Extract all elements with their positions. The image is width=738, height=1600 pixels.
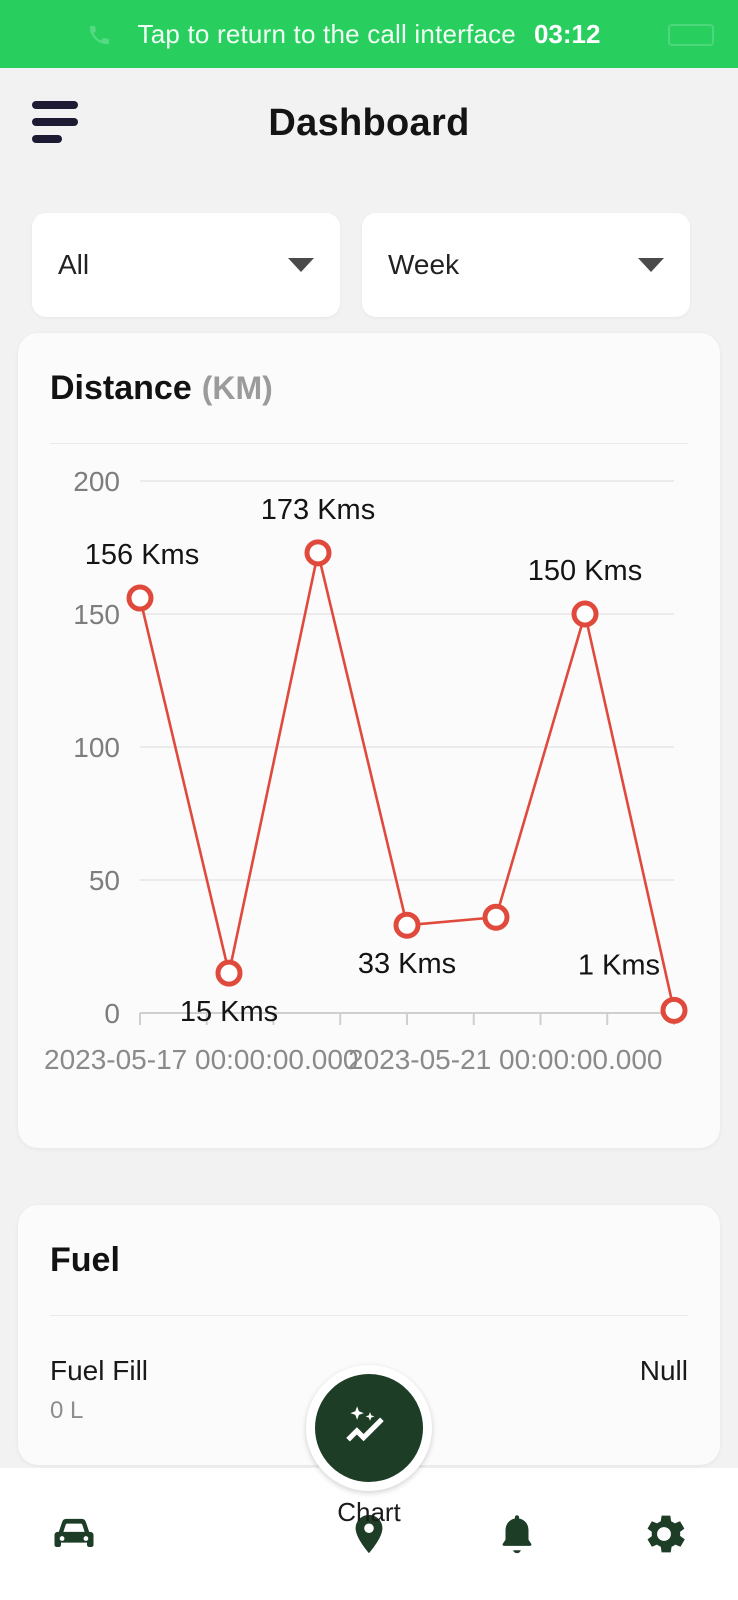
vehicle-filter-dropdown[interactable]: All bbox=[32, 213, 340, 317]
fuel-fill-amount: 0 L bbox=[50, 1397, 84, 1424]
chart-sparkle-icon bbox=[338, 1395, 400, 1462]
svg-text:100: 100 bbox=[73, 732, 120, 763]
fuel-fill-label: Fuel Fill bbox=[50, 1355, 149, 1386]
svg-text:200: 200 bbox=[73, 466, 120, 497]
svg-text:15 Kms: 15 Kms bbox=[180, 996, 278, 1028]
svg-text:0: 0 bbox=[104, 998, 120, 1029]
gear-icon bbox=[638, 1508, 690, 1560]
period-filter-value: Week bbox=[388, 249, 460, 280]
distance-card-unit: (KM) bbox=[201, 370, 273, 406]
battery-icon bbox=[668, 24, 714, 46]
distance-card-title: Distance bbox=[50, 369, 192, 407]
fuel-card-header: Fuel bbox=[50, 1241, 120, 1280]
chart-fab-wrapper: Chart bbox=[302, 1365, 436, 1528]
fuel-card-title: Fuel bbox=[50, 1241, 120, 1279]
chart-fab-button[interactable] bbox=[306, 1365, 432, 1491]
call-banner-timer: 03:12 bbox=[533, 18, 601, 49]
distance-line-chart[interactable]: 0 50 100 150 200 156 Kms 15 Kms 173 Kms 33 Kms 15… bbox=[18, 451, 720, 1131]
divider bbox=[50, 443, 688, 444]
nav-item-alerts[interactable] bbox=[443, 1468, 591, 1600]
bottom-navigation-bar: Chart bbox=[0, 1365, 738, 1600]
fuel-fill-value: Null bbox=[639, 1355, 688, 1386]
svg-text:2023-05-17 00:00:00.000: 2023-05-17 00:00:00.000 bbox=[44, 1044, 359, 1075]
nav-item-settings[interactable] bbox=[590, 1468, 738, 1600]
call-banner-text: Tap to return to the call interface bbox=[137, 18, 516, 49]
distance-card: Distance (KM) 0 50 100 150 200 156 Kms 15 Kms 1… bbox=[18, 333, 720, 1148]
svg-text:50: 50 bbox=[89, 865, 120, 896]
period-filter-dropdown[interactable]: Week bbox=[362, 213, 690, 317]
app-bar: Dashboard bbox=[0, 68, 738, 178]
divider bbox=[50, 1315, 688, 1316]
svg-text:150: 150 bbox=[73, 599, 120, 630]
chart-svg: 0 50 100 150 200 156 Kms 15 Kms 173 Kms 33 Kms 15… bbox=[44, 466, 688, 1075]
car-icon bbox=[48, 1508, 100, 1560]
call-return-banner[interactable]: Tap to return to the call interface 03:1… bbox=[0, 0, 738, 68]
distance-card-header: Distance (KM) bbox=[50, 369, 273, 408]
svg-text:150 Kms: 150 Kms bbox=[528, 555, 642, 587]
svg-text:156 Kms: 156 Kms bbox=[85, 539, 199, 571]
svg-text:173 Kms: 173 Kms bbox=[261, 494, 375, 526]
chevron-down-icon bbox=[638, 258, 664, 272]
chart-fab-label: Chart bbox=[337, 1497, 401, 1527]
svg-text:33 Kms: 33 Kms bbox=[358, 948, 456, 980]
filter-bar: All Week bbox=[0, 213, 738, 317]
nav-item-vehicle[interactable] bbox=[0, 1468, 148, 1600]
page-title: Dashboard bbox=[268, 101, 470, 144]
vehicle-filter-value: All bbox=[58, 249, 90, 280]
svg-text:2023-05-21 00:00:00.000: 2023-05-21 00:00:00.000 bbox=[348, 1044, 663, 1075]
chevron-down-icon bbox=[288, 258, 314, 272]
svg-text:1 Kms: 1 Kms bbox=[578, 949, 660, 981]
app-root: Tap to return to the call interface 03:1… bbox=[0, 0, 738, 1600]
bell-icon bbox=[494, 1508, 540, 1560]
phone-call-icon bbox=[88, 24, 110, 46]
